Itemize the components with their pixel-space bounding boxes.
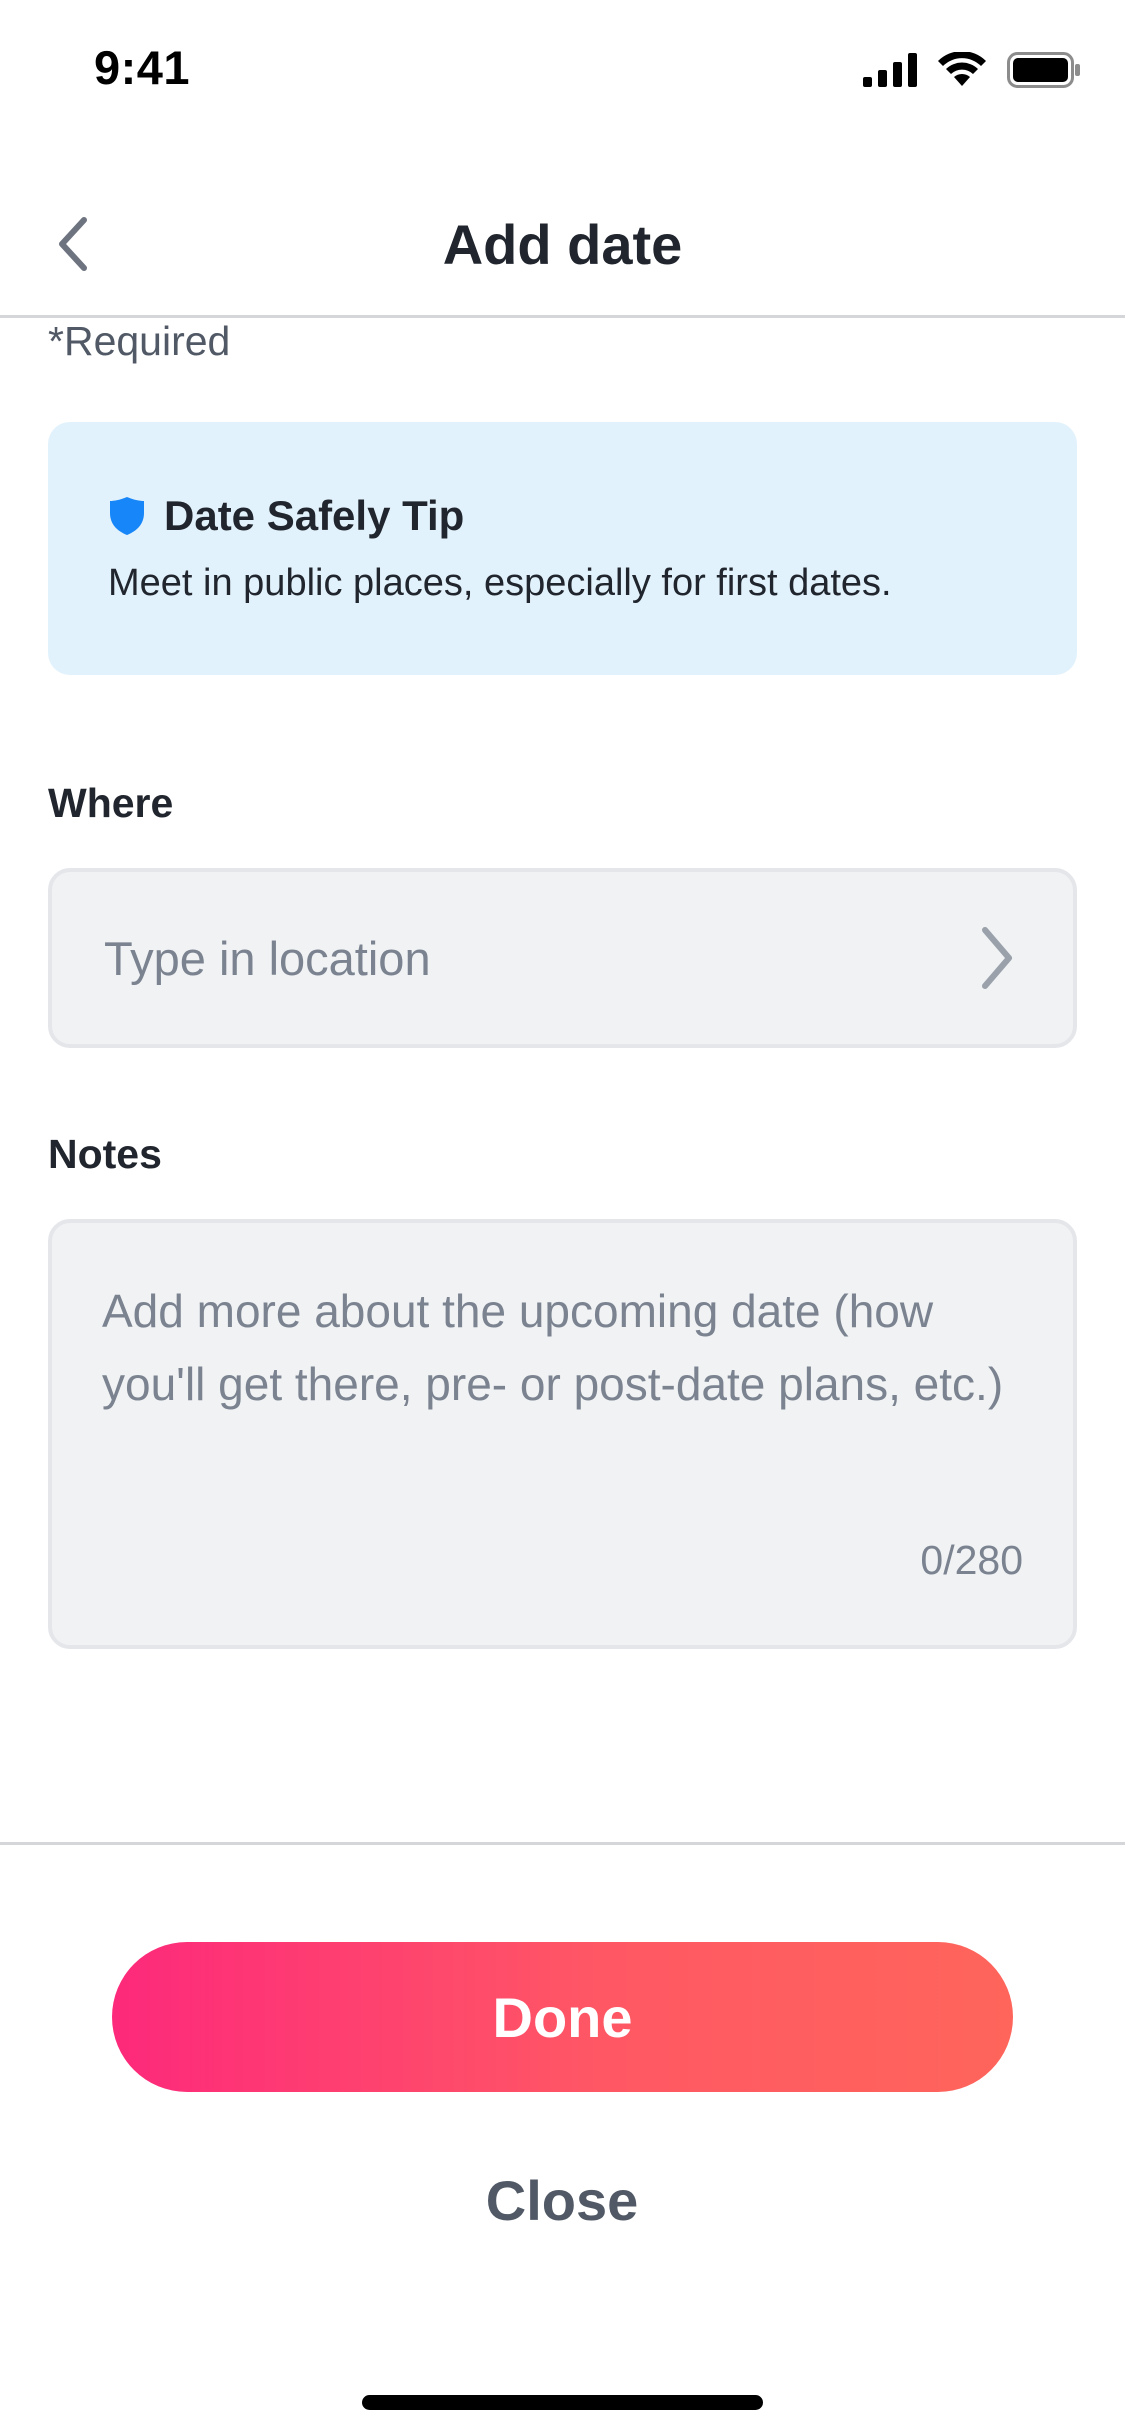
header: Add date xyxy=(0,132,1125,318)
safety-tip-title: Date Safely Tip xyxy=(164,492,465,539)
location-field[interactable]: Type in location xyxy=(48,868,1077,1048)
safety-tip-header: Date Safely Tip xyxy=(108,492,1017,540)
cellular-signal-icon xyxy=(863,53,917,87)
done-button[interactable]: Done xyxy=(112,1942,1013,2092)
status-bar: 9:41 xyxy=(0,0,1125,132)
battery-icon xyxy=(1007,52,1080,88)
required-note: *Required xyxy=(48,318,231,364)
where-label: Where xyxy=(48,780,174,826)
footer-divider xyxy=(0,1842,1125,1845)
notes-input[interactable] xyxy=(102,1275,1022,1525)
page-title: Add date xyxy=(442,213,683,276)
notes-field: 0/280 xyxy=(48,1219,1077,1649)
status-icons xyxy=(863,48,1081,92)
shield-icon xyxy=(110,497,144,535)
location-placeholder: Type in location xyxy=(104,931,431,985)
status-time: 9:41 xyxy=(94,41,191,94)
wifi-icon xyxy=(938,52,986,86)
notes-character-counter: 0/280 xyxy=(920,1537,1023,1583)
close-button[interactable]: Close xyxy=(362,2160,762,2240)
safety-tip-card: Date Safely Tip Meet in public places, e… xyxy=(48,422,1077,675)
safety-tip-body: Meet in public places, especially for fi… xyxy=(108,562,892,604)
notes-label: Notes xyxy=(48,1131,162,1177)
chevron-right-icon xyxy=(982,927,1012,989)
home-indicator xyxy=(362,2395,763,2410)
